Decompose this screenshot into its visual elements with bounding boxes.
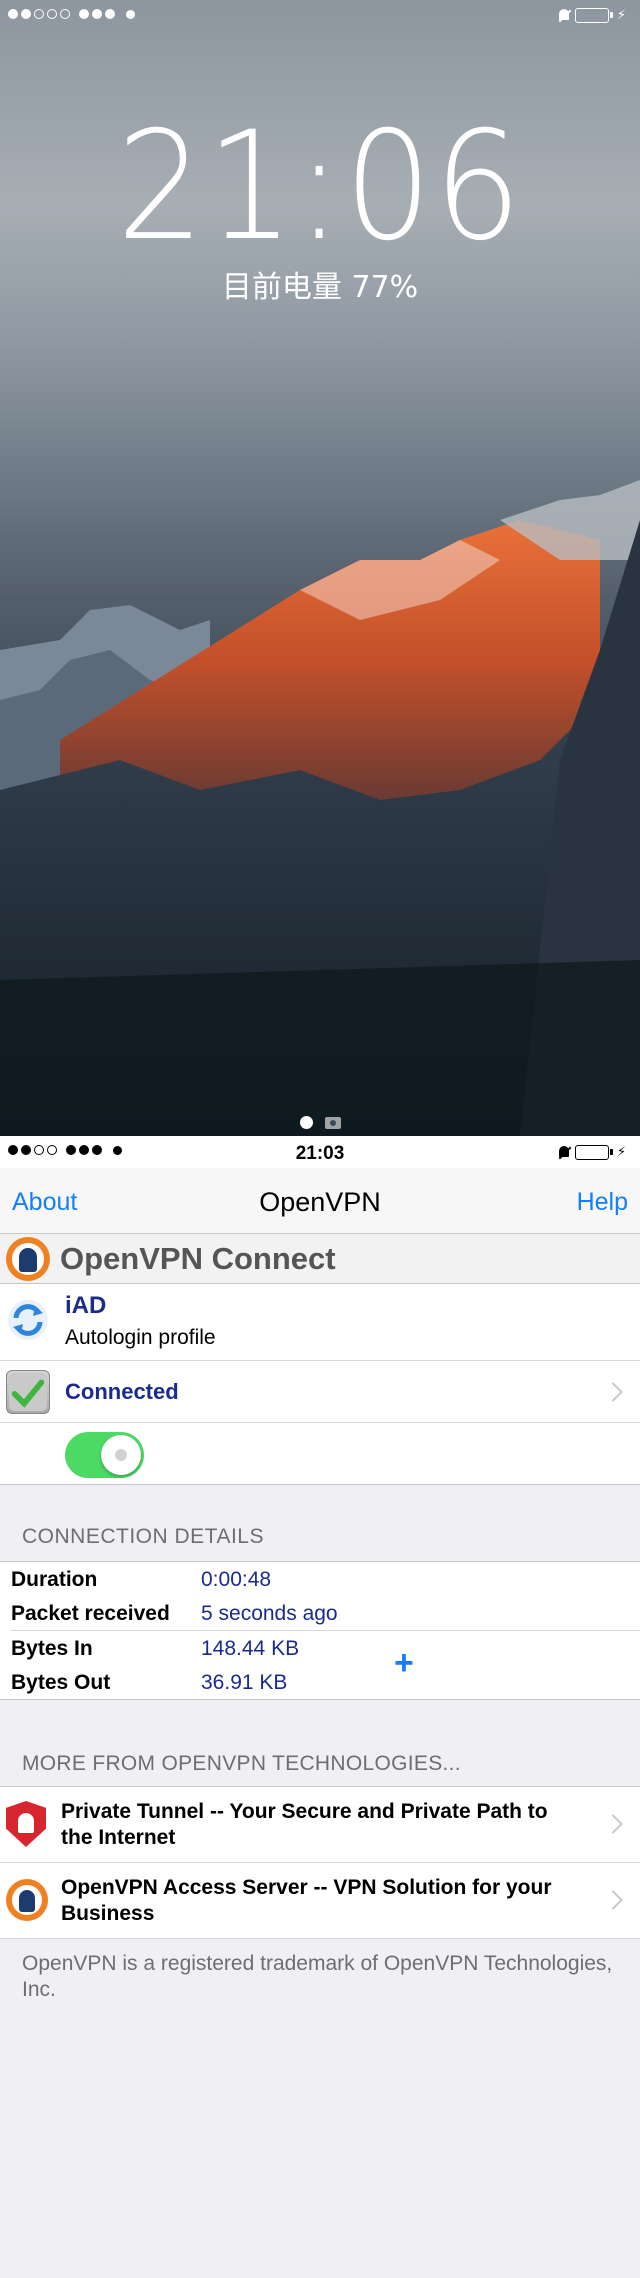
promo-list: Private Tunnel -- Your Secure and Privat… [0,1786,640,1939]
detail-value: 148.44 KB [201,1637,300,1660]
openvpn-logo-icon [6,1236,50,1281]
detail-key: Bytes Out [11,1671,111,1694]
chevron-right-icon [603,1382,623,1402]
detail-key: Packet received [11,1602,170,1625]
connected-check-icon [6,1370,50,1414]
toggle-row [0,1423,640,1485]
charging-icon: ⚡ [616,1144,626,1159]
detail-key: Bytes In [11,1637,93,1660]
page-dot [299,1116,313,1129]
wifi-icon [126,9,135,19]
autologin-refresh-icon [8,1300,48,1340]
trademark-footer: OpenVPN is a registered trademark of Ope… [22,1952,613,2001]
detail-value: 5 seconds ago [201,1602,338,1625]
private-tunnel-link[interactable]: Private Tunnel -- Your Secure and Privat… [0,1787,640,1863]
battery-icon [574,7,609,23]
detail-row: Bytes In 148.44 KB [0,1631,640,1665]
connection-details-header: CONNECTION DETAILS [22,1525,264,1548]
detail-row: Packet received 5 seconds ago [0,1596,640,1630]
detail-key: Duration [11,1568,98,1591]
battery-icon [574,1144,609,1160]
battery-group: ⚡ [557,7,626,23]
app-status-bar: 21:03 ⚡ [0,1136,640,1168]
lock-status-bar: ⚡ [0,0,640,30]
status-time: 21:03 [295,1143,345,1164]
chevron-right-icon [603,1814,623,1834]
lock-screen: ⚡ 21:06 目前电量 77% [0,0,640,1136]
profile-subtitle: Autologin profile [65,1326,216,1349]
detail-row: Duration 0:00:48 [0,1562,640,1596]
do-not-disturb-icon [557,1145,571,1160]
more-from-openvpn-header: MORE FROM OPENVPN TECHNOLOGIES... [22,1752,461,1775]
page-title: OpenVPN [259,1187,381,1217]
navigation-bar: About OpenVPN Help [0,1168,640,1234]
chevron-right-icon [603,1890,623,1910]
connection-toggle[interactable] [65,1432,144,1478]
profile-cell[interactable]: iAD Autologin profile [0,1284,640,1361]
connection-details: Duration 0:00:48 Packet received 5 secon… [0,1561,640,1700]
help-button[interactable]: Help [577,1188,628,1217]
page-indicator [0,1116,640,1129]
detail-row: Bytes Out 36.91 KB [0,1665,640,1699]
charge-status: 目前电量 77% [221,270,419,305]
profile-name: iAD [65,1292,107,1319]
brand-header: OpenVPN Connect [0,1234,640,1284]
charging-icon: ⚡ [616,7,626,22]
expand-details-button[interactable]: + [394,1644,414,1683]
toggle-knob [101,1435,141,1475]
brand-title: OpenVPN Connect [60,1240,336,1276]
openvpn-app: 21:03 ⚡ About OpenVPN Help OpenVPN Conne… [0,1136,640,2278]
promo-label: OpenVPN Access Server -- VPN Solution fo… [61,1876,552,1925]
do-not-disturb-icon [557,8,571,23]
access-server-link[interactable]: OpenVPN Access Server -- VPN Solution fo… [0,1863,640,1939]
detail-value: 0:00:48 [201,1568,272,1591]
lock-clock: 21:06 [116,100,524,274]
camera-icon[interactable] [324,1116,341,1129]
connection-status-cell[interactable]: Connected [0,1361,640,1423]
detail-value: 36.91 KB [201,1671,288,1694]
connection-status: Connected [65,1379,179,1404]
openvpn-logo-icon [6,1879,48,1921]
private-tunnel-shield-icon [6,1801,46,1847]
battery-group: ⚡ [557,1144,626,1160]
promo-label: Private Tunnel -- Your Secure and Privat… [61,1800,548,1849]
signal-strength-icon [8,9,135,19]
